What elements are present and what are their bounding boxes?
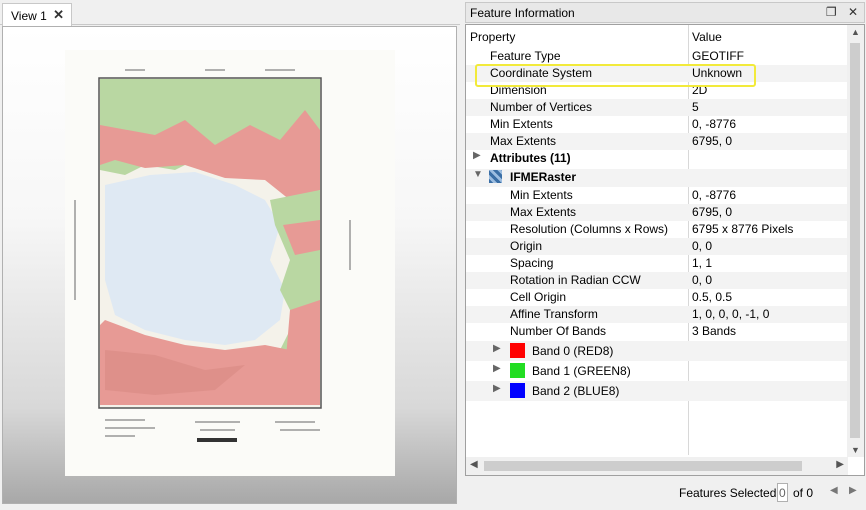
property-cell: Affine Transform [510, 307, 598, 321]
table-row[interactable]: Feature Type GEOTIFF [466, 48, 848, 65]
selected-index-input[interactable]: 0 [777, 483, 788, 502]
tree-node-band-1[interactable]: ▶ Band 1 (GREEN8) [466, 361, 848, 381]
band-label: Band 2 (BLUE8) [532, 384, 620, 398]
expand-arrow-icon[interactable]: ▶ [493, 363, 501, 374]
value-cell: 0, -8776 [692, 188, 737, 202]
tree-node-raster[interactable]: ▼ IFMERaster [466, 169, 848, 187]
tab-label: View 1 [11, 9, 47, 23]
value-cell: 6795 x 8776 Pixels [692, 222, 794, 236]
horizontal-scrollbar[interactable]: ◀ ▶ [466, 457, 848, 475]
property-cell: Cell Origin [510, 290, 567, 304]
table-row[interactable]: Max Extents 6795, 0 [466, 204, 848, 221]
panel-title-bar: Feature Information ❐ ✕ [465, 2, 865, 23]
status-bar: Features Selected: 0 of 0 ◀ ▶ [465, 480, 865, 506]
collapse-arrow-icon[interactable]: ▼ [473, 169, 483, 180]
previous-feature-icon[interactable]: ◀ [830, 485, 838, 496]
band-label: Band 1 (GREEN8) [532, 364, 631, 378]
table-row[interactable]: Number of Vertices 5 [466, 99, 848, 116]
feature-information-panel: Feature Information ❐ ✕ Property Value F… [465, 2, 865, 508]
table-row[interactable]: Affine Transform 1, 0, 0, 0, -1, 0 [466, 306, 848, 323]
property-cell: Max Extents [510, 205, 577, 219]
table-row[interactable]: Resolution (Columns x Rows) 6795 x 8776 … [466, 221, 848, 238]
value-cell: 1, 0, 0, 0, -1, 0 [692, 307, 770, 321]
expand-arrow-icon[interactable]: ▶ [493, 383, 501, 394]
property-cell: Number Of Bands [510, 324, 607, 338]
restore-icon[interactable]: ❐ [826, 5, 837, 19]
property-cell: Rotation in Radian CCW [510, 273, 641, 287]
property-tree-table: Property Value Feature Type GEOTIFF Coor… [465, 24, 865, 476]
scroll-thumb[interactable] [484, 461, 802, 471]
view-tab-bar: View 1 ✕ [0, 0, 460, 26]
scroll-up-icon[interactable]: ▲ [851, 27, 860, 37]
table-row[interactable]: Rotation in Radian CCW 0, 0 [466, 272, 848, 289]
band-label: Band 0 (RED8) [532, 344, 614, 358]
attributes-label: Attributes (11) [490, 151, 571, 165]
tab-view-1[interactable]: View 1 ✕ [2, 3, 72, 26]
tree-node-band-2[interactable]: ▶ Band 2 (BLUE8) [466, 381, 848, 401]
tree-node-attributes[interactable]: ▶ Attributes (11) [466, 150, 848, 167]
property-cell: Max Extents [490, 134, 557, 148]
property-cell: Spacing [510, 256, 554, 270]
vertical-scrollbar[interactable]: ▲ ▼ [847, 25, 864, 457]
value-cell: 0, -8776 [692, 117, 737, 131]
highlight-annotation-box [475, 64, 756, 87]
value-cell: 6795, 0 [692, 205, 733, 219]
value-cell: 3 Bands [692, 324, 737, 338]
property-cell: Min Extents [510, 188, 573, 202]
scroll-thumb[interactable] [850, 43, 860, 438]
features-selected-label: Features Selected: [679, 486, 780, 500]
band-color-swatch [510, 343, 525, 358]
table-row[interactable]: Number Of Bands 3 Bands [466, 323, 848, 340]
expand-arrow-icon[interactable]: ▶ [493, 343, 501, 354]
scroll-down-icon[interactable]: ▼ [851, 445, 860, 455]
value-cell: 0, 0 [692, 239, 713, 253]
features-total-label: of 0 [793, 486, 814, 500]
tree-node-band-0[interactable]: ▶ Band 0 (RED8) [466, 341, 848, 361]
value-cell: 1, 1 [692, 256, 713, 270]
column-headers: Property Value [466, 25, 846, 47]
band-color-swatch [510, 383, 525, 398]
value-cell: 6795, 0 [692, 134, 733, 148]
value-cell: 0, 0 [692, 273, 713, 287]
map-view-canvas[interactable] [2, 26, 457, 504]
close-icon[interactable]: ✕ [53, 7, 64, 23]
raster-icon [489, 170, 502, 183]
table-row[interactable]: Spacing 1, 1 [466, 255, 848, 272]
property-cell: Feature Type [490, 49, 561, 63]
property-cell: Number of Vertices [490, 100, 593, 114]
property-cell: Resolution (Columns x Rows) [510, 222, 669, 236]
value-cell: 5 [692, 100, 699, 114]
value-cell: 0.5, 0.5 [692, 290, 733, 304]
table-row[interactable]: Origin 0, 0 [466, 238, 848, 255]
table-row[interactable]: Min Extents 0, -8776 [466, 116, 848, 133]
raster-map-image [65, 50, 395, 476]
property-cell: Origin [510, 239, 543, 253]
table-row[interactable]: Min Extents 0, -8776 [466, 187, 848, 204]
expand-arrow-icon[interactable]: ▶ [473, 150, 481, 161]
table-row[interactable]: Cell Origin 0.5, 0.5 [466, 289, 848, 306]
scroll-left-icon[interactable]: ◀ [470, 459, 478, 470]
view-panel: View 1 ✕ [0, 0, 460, 510]
band-color-swatch [510, 363, 525, 378]
next-feature-icon[interactable]: ▶ [849, 485, 857, 496]
panel-title: Feature Information [470, 6, 575, 20]
table-row[interactable]: Max Extents 6795, 0 [466, 133, 848, 150]
property-cell: Min Extents [490, 117, 553, 131]
value-cell: GEOTIFF [692, 49, 744, 63]
column-header-value[interactable]: Value [692, 30, 722, 44]
column-header-property[interactable]: Property [470, 30, 515, 44]
close-icon[interactable]: ✕ [848, 5, 858, 19]
scroll-right-icon[interactable]: ▶ [836, 459, 844, 470]
raster-label: IFMERaster [510, 170, 577, 184]
